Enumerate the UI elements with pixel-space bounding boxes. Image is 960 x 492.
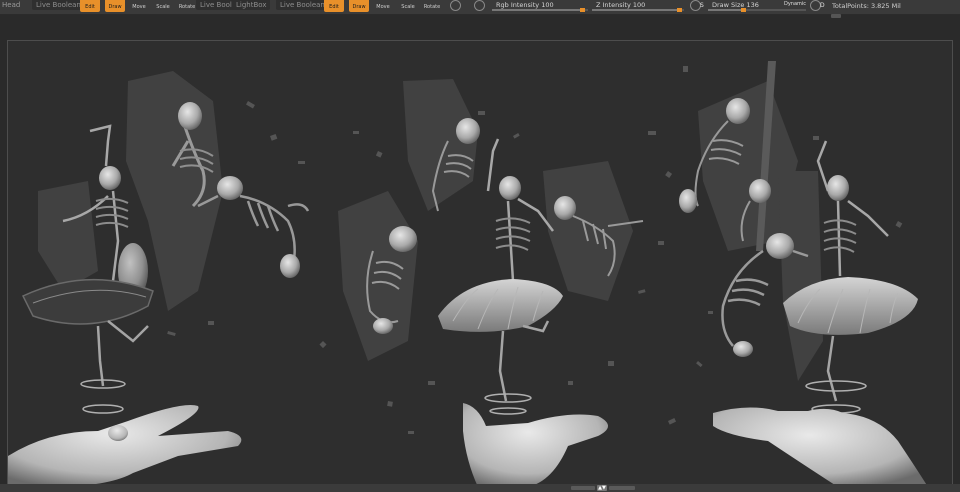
z-intensity-slider[interactable]: Z Intensity 100 xyxy=(592,0,684,12)
points-indicator xyxy=(831,14,841,18)
draw-size-knob[interactable] xyxy=(741,8,746,12)
total-points: TotalPoints: 3.825 Mil xyxy=(832,2,901,10)
bottom-nav-right[interactable] xyxy=(609,486,635,490)
viewport-canvas[interactable] xyxy=(7,40,953,487)
rotate-button[interactable]: Rotate xyxy=(177,0,197,12)
draw-size-slider[interactable]: Draw Size 136 Dynamic xyxy=(708,0,806,12)
rgb-intensity-label: Rgb Intensity 100 xyxy=(496,1,554,9)
rgb-intensity-slider[interactable]: Rgb Intensity 100 xyxy=(492,0,588,12)
lightbox-button[interactable]: LightBox xyxy=(232,0,271,10)
move-button-2[interactable]: Move xyxy=(373,0,393,12)
edit-button[interactable]: Edit xyxy=(80,0,100,12)
z-intensity-knob[interactable] xyxy=(677,8,682,12)
live-boolean-button-3[interactable]: Live Boolean xyxy=(276,0,329,10)
edit-button-2[interactable]: Edit xyxy=(324,0,344,12)
head-label: Head xyxy=(2,1,21,9)
draw-size-label: Draw Size 136 xyxy=(712,1,759,9)
ghost-panels xyxy=(38,71,823,381)
rotate-button-2[interactable]: Rotate xyxy=(422,0,442,12)
top-toolbar: Head Live Boolean Edit Draw Move Scale R… xyxy=(0,0,960,15)
scale-button[interactable]: Scale xyxy=(153,0,173,12)
mrgb-icon[interactable] xyxy=(450,0,461,11)
rgb-icon[interactable] xyxy=(474,0,485,11)
sculpt-render xyxy=(8,61,928,487)
move-button[interactable]: Move xyxy=(129,0,149,12)
live-boolean-button-1[interactable]: Live Boolean xyxy=(32,0,85,10)
d-label: D xyxy=(820,2,825,9)
bottom-bar xyxy=(0,484,960,492)
draw-button-2[interactable]: Draw xyxy=(349,0,369,12)
bottom-nav-toggle[interactable]: ▲▼ xyxy=(597,485,607,491)
s-label: S xyxy=(700,2,704,9)
z-intensity-label: Z Intensity 100 xyxy=(596,1,646,9)
scale-button-2[interactable]: Scale xyxy=(398,0,418,12)
rgb-intensity-knob[interactable] xyxy=(580,8,585,12)
draw-button[interactable]: Draw xyxy=(105,0,125,12)
dynamic-label[interactable]: Dynamic xyxy=(784,1,806,7)
bottom-nav-left[interactable] xyxy=(571,486,595,490)
